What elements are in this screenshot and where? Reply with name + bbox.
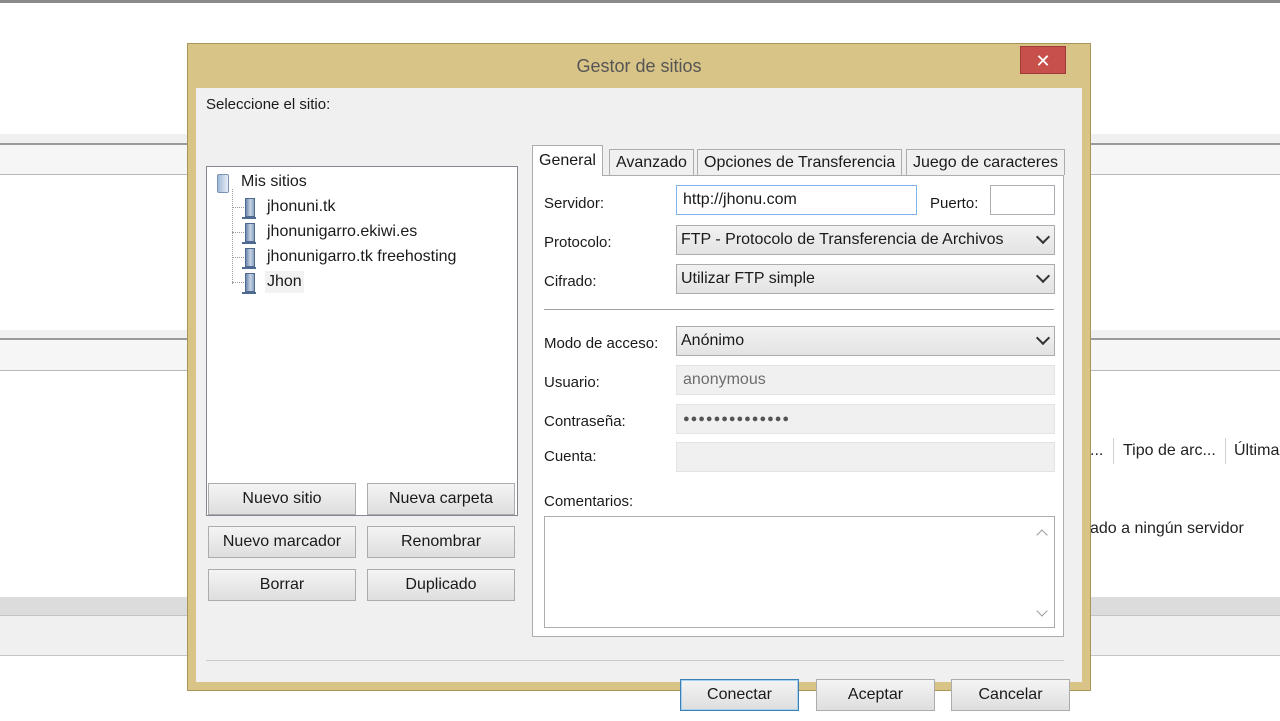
- protocol-value: FTP - Protocolo de Transferencia de Arch…: [681, 231, 1004, 248]
- protocol-select[interactable]: FTP - Protocolo de Transferencia de Arch…: [676, 225, 1055, 255]
- user-label: Usuario:: [544, 374, 600, 391]
- general-tab-panel: Servidor: http://jhonu.com Puerto: Proto…: [532, 175, 1064, 637]
- comments-textarea[interactable]: [544, 516, 1055, 628]
- tree-root-label: Mis sitios: [241, 173, 307, 190]
- delete-button[interactable]: Borrar: [208, 569, 356, 601]
- server-input[interactable]: http://jhonu.com: [676, 185, 917, 215]
- protocol-label: Protocolo:: [544, 234, 612, 251]
- server-icon: [242, 248, 256, 269]
- connect-button[interactable]: Conectar: [680, 679, 799, 711]
- tree-connector: [232, 282, 244, 283]
- tab-charset[interactable]: Juego de caracteres: [906, 149, 1065, 175]
- column-header-partial[interactable]: ...: [1090, 442, 1103, 460]
- new-site-button[interactable]: Nuevo sitio: [208, 483, 356, 515]
- column-separator: [1113, 438, 1114, 464]
- scroll-up-icon[interactable]: [1036, 529, 1048, 541]
- tree-connector: [232, 189, 233, 284]
- tab-transfer-settings[interactable]: Opciones de Transferencia: [697, 149, 903, 175]
- new-folder-button[interactable]: Nueva carpeta: [367, 483, 515, 515]
- separator: [544, 309, 1054, 310]
- tree-connector: [232, 232, 244, 233]
- select-site-label: Seleccione el sitio:: [206, 96, 331, 113]
- tab-general[interactable]: General: [532, 145, 603, 176]
- encryption-label: Cifrado:: [544, 273, 597, 290]
- account-input[interactable]: [676, 442, 1055, 472]
- chevron-down-icon: [1035, 229, 1051, 245]
- dialog-title: Gestor de sitios: [576, 56, 702, 76]
- background-window-border: [0, 0, 1280, 3]
- logon-type-label: Modo de acceso:: [544, 335, 659, 352]
- port-label: Puerto:: [930, 195, 979, 212]
- password-input[interactable]: ●●●●●●●●●●●●●●: [676, 404, 1055, 434]
- encryption-value: Utilizar FTP simple: [681, 270, 815, 287]
- close-icon: ✕: [1035, 51, 1051, 71]
- tree-item-label: jhonuni.tk: [267, 198, 336, 215]
- logon-type-select[interactable]: Anónimo: [676, 326, 1055, 356]
- duplicate-button[interactable]: Duplicado: [367, 569, 515, 601]
- logon-type-value: Anónimo: [681, 332, 745, 349]
- server-label: Servidor:: [544, 195, 605, 212]
- comments-label: Comentarios:: [544, 493, 634, 510]
- tree-item-label: Jhon: [265, 271, 304, 293]
- encryption-select[interactable]: Utilizar FTP simple: [676, 264, 1055, 294]
- chevron-down-icon: [1035, 330, 1051, 346]
- site-manager-dialog: Gestor de sitios ✕ Seleccione el sitio: …: [187, 43, 1091, 711]
- close-button[interactable]: ✕: [1020, 46, 1066, 74]
- account-label: Cuenta:: [544, 448, 597, 465]
- cancel-button[interactable]: Cancelar: [951, 679, 1070, 711]
- tree-item-label: jhonunigarro.tk freehosting: [267, 248, 457, 265]
- ok-button[interactable]: Aceptar: [816, 679, 935, 711]
- tree-connector: [232, 257, 244, 258]
- folder-icon: [217, 174, 229, 193]
- server-icon: [242, 198, 256, 219]
- tab-advanced[interactable]: Avanzado: [609, 149, 694, 175]
- server-icon: [242, 273, 256, 294]
- site-tree[interactable]: Mis sitios jhonuni.tk jhonunigarro.ekiwi…: [206, 166, 518, 516]
- column-header-last-modified[interactable]: Última: [1234, 442, 1279, 460]
- dialog-body: Seleccione el sitio: Mis sitios jhonuni.…: [196, 88, 1082, 711]
- server-icon: [242, 223, 256, 244]
- rename-button[interactable]: Renombrar: [367, 526, 515, 558]
- column-header-filetype[interactable]: Tipo de arc...: [1123, 442, 1216, 460]
- port-input[interactable]: [990, 185, 1055, 215]
- user-input[interactable]: anonymous: [676, 365, 1055, 395]
- tree-item-label: jhonunigarro.ekiwi.es: [267, 223, 418, 240]
- scroll-down-icon[interactable]: [1036, 605, 1048, 617]
- tree-connector: [232, 207, 244, 208]
- new-bookmark-button[interactable]: Nuevo marcador: [208, 526, 356, 558]
- password-label: Contraseña:: [544, 413, 626, 430]
- footer-separator: [206, 660, 1064, 661]
- column-separator: [1225, 438, 1226, 464]
- chevron-down-icon: [1035, 268, 1051, 284]
- remote-status-text: ado a ningún servidor: [1090, 520, 1244, 537]
